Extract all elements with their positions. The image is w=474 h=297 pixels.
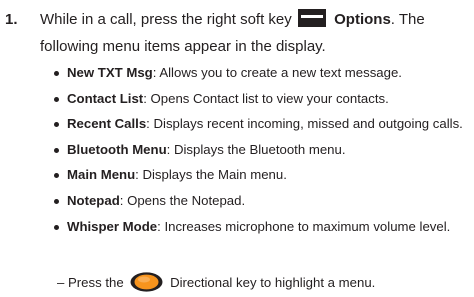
menu-item-name: Whisper Mode [67, 218, 158, 234]
step-text: While in a call, press the right soft ke… [40, 6, 474, 60]
right-soft-key-icon [297, 9, 326, 27]
bullet-icon [54, 173, 59, 179]
step-number: 1. [5, 11, 18, 28]
step-line-2: following menu items appear in the displ… [40, 38, 326, 55]
menu-item-name: Main Menu [67, 167, 136, 183]
list-item: Bluetooth Menu: Displays the Bluetooth m… [54, 137, 474, 163]
list-item: Contact List: Opens Contact list to view… [54, 86, 474, 112]
list-item: Whisper Mode: Increases microphone to ma… [54, 214, 474, 240]
menu-item-desc: : Increases microphone to maximum volume… [157, 218, 451, 234]
menu-item-name: Recent Calls [67, 116, 147, 132]
step-text-end: . The [390, 11, 425, 28]
list-item: New TXT Msg: Allows you to create a new … [54, 60, 474, 86]
list-item: Recent Calls: Displays recent incoming, … [54, 111, 474, 137]
menu-item-name: Notepad [67, 192, 120, 208]
menu-item-desc: : Opens the Notepad. [119, 192, 246, 208]
options-key-label: Options [334, 11, 391, 28]
menu-items-list: New TXT Msg: Allows you to create a new … [54, 60, 474, 239]
sub-instruction-suffix: Directional key to highlight a menu. [170, 275, 376, 290]
menu-item-desc: : Displays the Main menu. [135, 167, 287, 183]
menu-item-name: Contact List [67, 90, 144, 106]
menu-item-desc: : Displays recent incoming, missed and o… [146, 116, 463, 132]
menu-item-desc: : Allows you to create a new text messag… [152, 65, 402, 80]
bullet-icon [54, 96, 59, 102]
menu-item-desc: : Displays the Bluetooth menu. [166, 141, 346, 157]
step-text-start: While in a call, press the right soft ke… [40, 11, 292, 28]
menu-item-name: New TXT Msg [67, 65, 153, 80]
bullet-icon [54, 224, 59, 230]
sub-instruction: – Press the Directional key to highlight… [57, 272, 375, 293]
sub-instruction-prefix: – Press the [57, 275, 124, 290]
menu-item-name: Bluetooth Menu [67, 141, 167, 157]
bullet-icon [54, 71, 59, 76]
list-item: Notepad: Opens the Notepad. [54, 188, 474, 214]
step-line-1: While in a call, press the right soft ke… [40, 6, 474, 33]
bullet-icon [54, 122, 59, 128]
directional-key-icon [130, 272, 163, 292]
bullet-icon [54, 147, 59, 153]
list-item: Main Menu: Displays the Main menu. [54, 162, 474, 188]
manual-page: 1. While in a call, press the right soft… [0, 0, 474, 297]
menu-item-desc: : Opens Contact list to view your contac… [143, 90, 389, 106]
bullet-icon [54, 198, 59, 204]
